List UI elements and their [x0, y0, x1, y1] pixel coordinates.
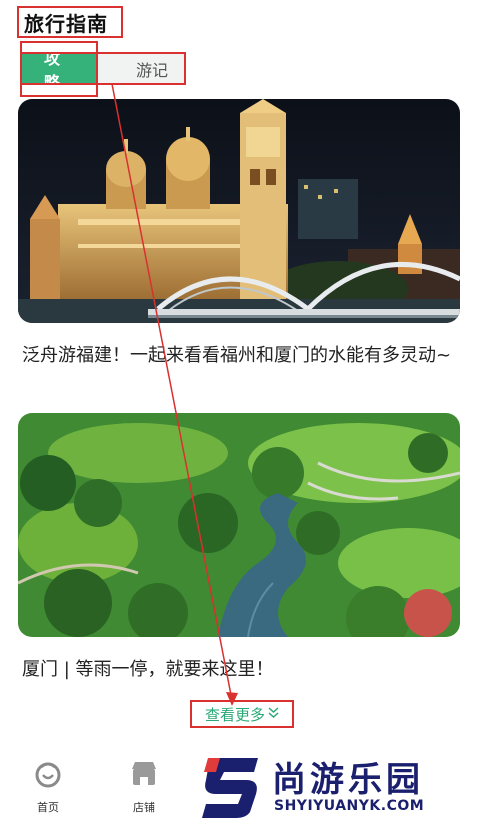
annotation-arrow: [111, 83, 238, 706]
watermark-title: 尚游乐园: [272, 760, 424, 800]
nav-home[interactable]: 首页: [18, 759, 78, 815]
watermark: 尚游乐园 SHYIYUANYK.COM: [200, 752, 480, 822]
store-icon: [129, 759, 159, 793]
nav-store[interactable]: 店铺: [114, 759, 174, 815]
nav-store-label: 店铺: [133, 801, 155, 814]
home-icon: [33, 759, 63, 793]
nav-home-label: 首页: [37, 801, 59, 814]
watermark-logo: [200, 756, 268, 820]
watermark-subtitle: SHYIYUANYK.COM: [274, 798, 425, 814]
